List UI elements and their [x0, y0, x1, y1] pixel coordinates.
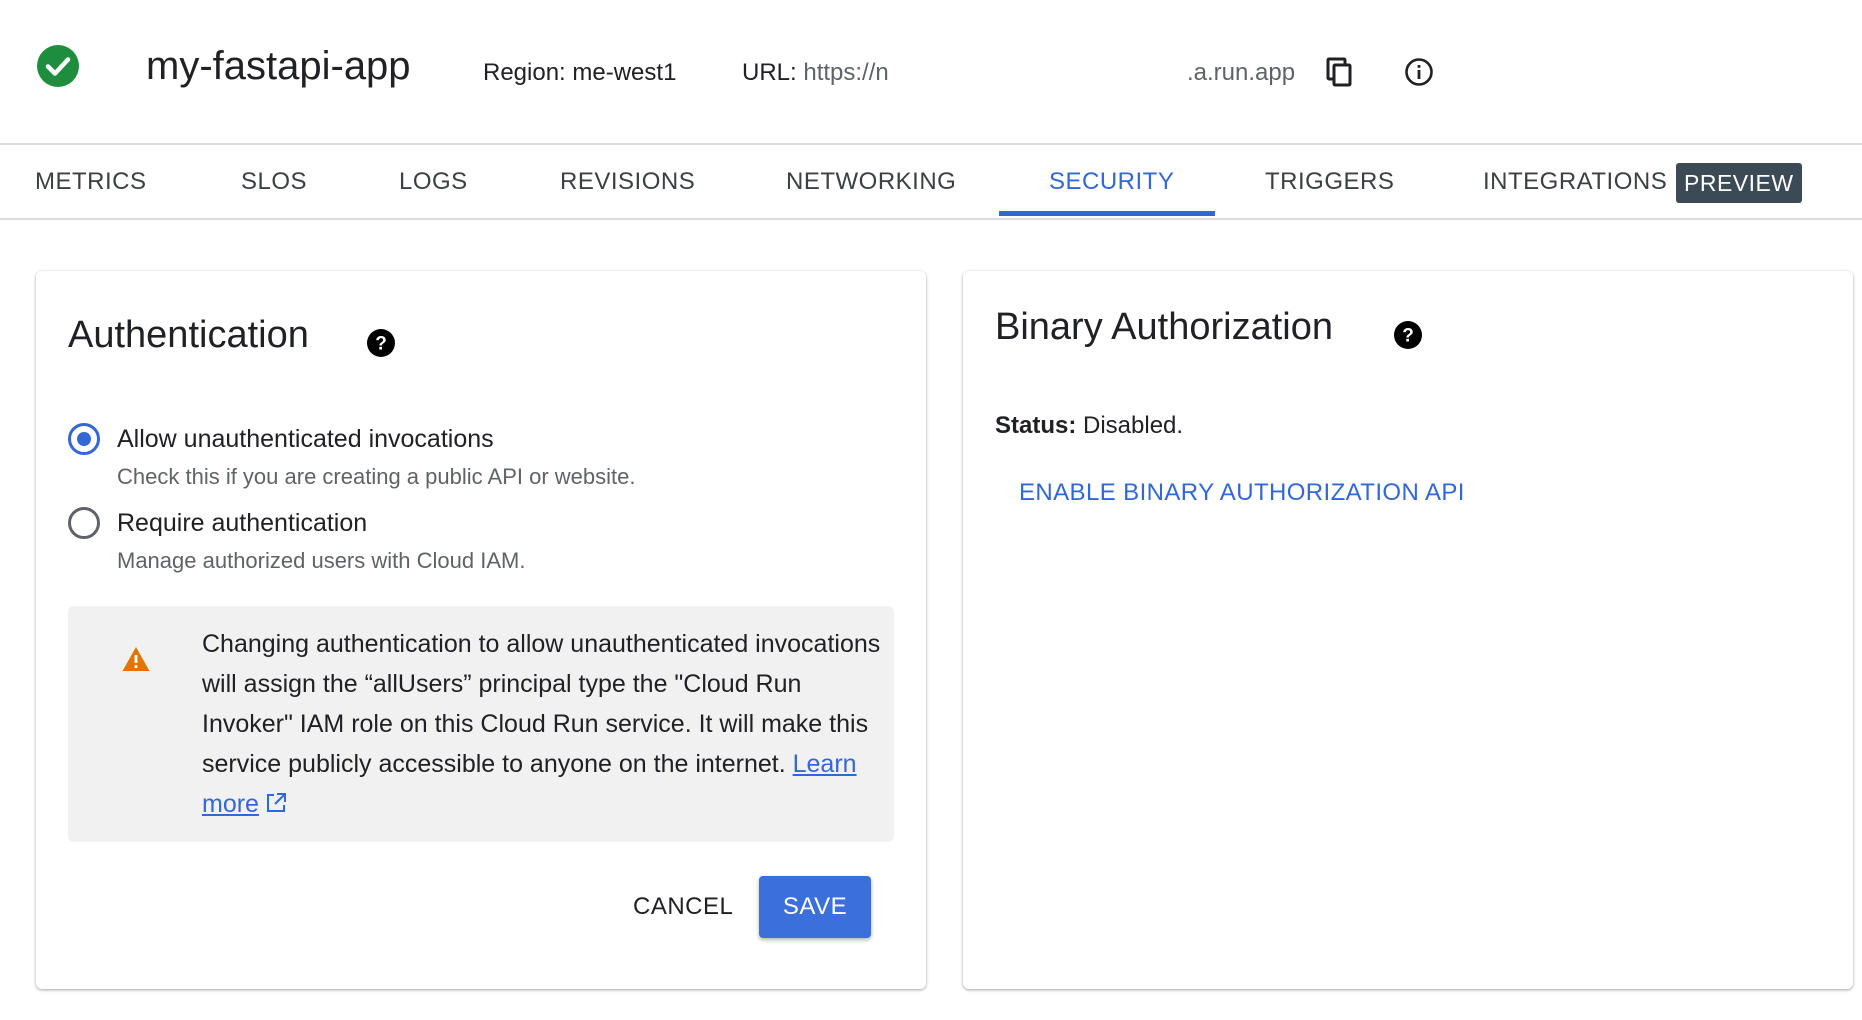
service-name: my-fastapi-app: [146, 44, 411, 88]
warning-text: Changing authentication to allow unauthe…: [202, 624, 882, 824]
authentication-title: Authentication: [68, 314, 309, 356]
svg-text:?: ?: [1402, 326, 1414, 347]
binary-authorization-status: Status: Disabled.: [995, 412, 1183, 440]
tab-revisions[interactable]: REVISIONS: [560, 145, 695, 218]
service-header: my-fastapi-app Region: me-west1 URL: htt…: [0, 0, 1862, 145]
binary-authorization-title: Binary Authorization: [995, 306, 1333, 348]
option-label: Allow unauthenticated invocations: [117, 425, 494, 453]
binary-authorization-card: Binary Authorization ? Status: Disabled.…: [963, 271, 1853, 989]
tab-integrations[interactable]: INTEGRATIONS: [1483, 145, 1667, 218]
enable-binary-authorization-button[interactable]: ENABLE BINARY AUTHORIZATION API: [1019, 479, 1465, 507]
warning-callout: Changing authentication to allow unauthe…: [68, 606, 894, 842]
active-tab-indicator: [999, 211, 1215, 216]
authentication-card: Authentication ? Allow unauthenticated i…: [36, 271, 926, 989]
tab-triggers[interactable]: TRIGGERS: [1265, 145, 1394, 218]
url-link-start[interactable]: https://n: [803, 59, 888, 86]
tab-bar: METRICS SLOS LOGS REVISIONS NETWORKING S…: [0, 145, 1862, 220]
check-circle-icon: [37, 45, 79, 87]
option-description: Check this if you are creating a public …: [117, 464, 636, 489]
svg-text:?: ?: [375, 334, 387, 355]
tab-logs[interactable]: LOGS: [399, 145, 468, 218]
warning-icon: [122, 647, 150, 671]
copy-icon[interactable]: [1324, 56, 1356, 88]
status-value: Disabled.: [1083, 412, 1184, 439]
option-label: Require authentication: [117, 509, 368, 537]
save-button[interactable]: SAVE: [759, 876, 871, 938]
allow-unauthenticated-radio[interactable]: [68, 423, 100, 455]
tab-security[interactable]: SECURITY: [1049, 145, 1174, 218]
info-icon[interactable]: [1403, 56, 1435, 88]
region-label: Region: me-west1: [483, 59, 677, 86]
require-authentication-option[interactable]: Require authentication Manage authorized…: [68, 507, 525, 576]
preview-badge: PREVIEW: [1676, 163, 1802, 203]
require-authentication-radio[interactable]: [68, 507, 100, 539]
warning-message: Changing authentication to allow unauthe…: [202, 630, 881, 778]
allow-unauthenticated-option[interactable]: Allow unauthenticated invocations Check …: [68, 423, 635, 492]
url-display: URL: https://n: [742, 59, 889, 87]
url-label: URL:: [742, 59, 797, 86]
tab-metrics[interactable]: METRICS: [35, 145, 147, 218]
help-icon[interactable]: ?: [366, 328, 396, 358]
tab-slos[interactable]: SLOS: [241, 145, 307, 218]
status-label: Status:: [995, 412, 1077, 439]
tab-networking[interactable]: NETWORKING: [786, 145, 956, 218]
help-icon[interactable]: ?: [1393, 320, 1423, 350]
url-link-end[interactable]: .a.run.app: [1187, 59, 1295, 87]
option-description: Manage authorized users with Cloud IAM.: [117, 548, 526, 573]
cancel-button[interactable]: CANCEL: [609, 876, 757, 938]
external-link-icon[interactable]: [265, 792, 287, 814]
